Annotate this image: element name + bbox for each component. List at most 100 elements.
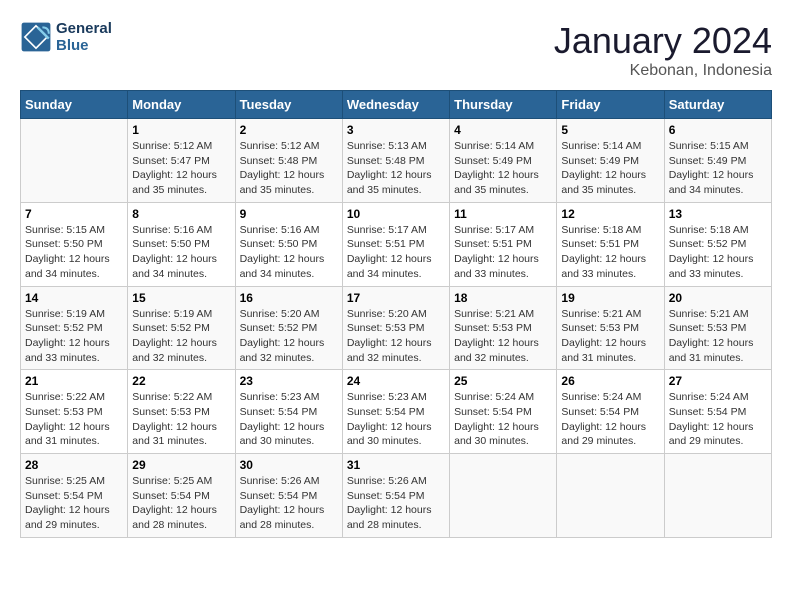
day-number: 3 xyxy=(347,123,445,137)
calendar-cell: 13 Sunrise: 5:18 AM Sunset: 5:52 PM Dayli… xyxy=(664,202,771,286)
day-info: Sunrise: 5:18 AM Sunset: 5:52 PM Dayligh… xyxy=(669,223,767,282)
calendar-cell: 26 Sunrise: 5:24 AM Sunset: 5:54 PM Dayli… xyxy=(557,370,664,454)
calendar-week-row: 28 Sunrise: 5:25 AM Sunset: 5:54 PM Dayli… xyxy=(21,454,772,538)
day-number: 12 xyxy=(561,207,659,221)
calendar-week-row: 21 Sunrise: 5:22 AM Sunset: 5:53 PM Dayli… xyxy=(21,370,772,454)
logo: General Blue xyxy=(20,20,112,54)
day-info: Sunrise: 5:23 AM Sunset: 5:54 PM Dayligh… xyxy=(347,390,445,449)
day-number: 27 xyxy=(669,374,767,388)
calendar-cell: 4Sunrise: 5:14 AM Sunset: 5:49 PM Daylig… xyxy=(450,119,557,203)
calendar-cell: 3 Sunrise: 5:13 AM Sunset: 5:48 PM Daylig… xyxy=(342,119,449,203)
header-day-tuesday: Tuesday xyxy=(235,91,342,119)
day-number: 29 xyxy=(132,458,230,472)
day-number: 26 xyxy=(561,374,659,388)
day-number: 14 xyxy=(25,291,123,305)
day-number: 4 xyxy=(454,123,552,137)
calendar-cell: 24 Sunrise: 5:23 AM Sunset: 5:54 PM Dayli… xyxy=(342,370,449,454)
day-number: 1 xyxy=(132,123,230,137)
calendar-cell: 8Sunrise: 5:16 AM Sunset: 5:50 PM Daylig… xyxy=(128,202,235,286)
calendar-cell: 5Sunrise: 5:14 AM Sunset: 5:49 PM Daylig… xyxy=(557,119,664,203)
day-info: Sunrise: 5:17 AM Sunset: 5:51 PM Dayligh… xyxy=(347,223,445,282)
day-info: Sunrise: 5:16 AM Sunset: 5:50 PM Dayligh… xyxy=(132,223,230,282)
calendar-cell: 21 Sunrise: 5:22 AM Sunset: 5:53 PM Dayli… xyxy=(21,370,128,454)
calendar-cell: 19Sunrise: 5:21 AM Sunset: 5:53 PM Dayli… xyxy=(557,286,664,370)
calendar-cell: 1 Sunrise: 5:12 AM Sunset: 5:47 PM Daylig… xyxy=(128,119,235,203)
day-number: 28 xyxy=(25,458,123,472)
calendar-cell: 9 Sunrise: 5:16 AM Sunset: 5:50 PM Daylig… xyxy=(235,202,342,286)
day-number: 25 xyxy=(454,374,552,388)
day-info: Sunrise: 5:25 AM Sunset: 5:54 PM Dayligh… xyxy=(132,474,230,533)
calendar-cell: 25 Sunrise: 5:24 AM Sunset: 5:54 PM Dayli… xyxy=(450,370,557,454)
logo-text: General Blue xyxy=(56,20,112,54)
day-number: 24 xyxy=(347,374,445,388)
day-number: 9 xyxy=(240,207,338,221)
calendar-header-row: SundayMondayTuesdayWednesdayThursdayFrid… xyxy=(21,91,772,119)
day-number: 20 xyxy=(669,291,767,305)
calendar-cell xyxy=(21,119,128,203)
day-number: 18 xyxy=(454,291,552,305)
day-info: Sunrise: 5:17 AM Sunset: 5:51 PM Dayligh… xyxy=(454,223,552,282)
day-number: 21 xyxy=(25,374,123,388)
day-number: 13 xyxy=(669,207,767,221)
calendar-cell xyxy=(557,454,664,538)
header-day-thursday: Thursday xyxy=(450,91,557,119)
calendar-cell xyxy=(450,454,557,538)
day-info: Sunrise: 5:15 AM Sunset: 5:49 PM Dayligh… xyxy=(669,139,767,198)
day-info: Sunrise: 5:22 AM Sunset: 5:53 PM Dayligh… xyxy=(25,390,123,449)
title-area: January 2024 Kebonan, Indonesia xyxy=(554,20,772,80)
day-number: 15 xyxy=(132,291,230,305)
day-info: Sunrise: 5:12 AM Sunset: 5:47 PM Dayligh… xyxy=(132,139,230,198)
calendar-cell: 27 Sunrise: 5:24 AM Sunset: 5:54 PM Dayli… xyxy=(664,370,771,454)
day-info: Sunrise: 5:26 AM Sunset: 5:54 PM Dayligh… xyxy=(347,474,445,533)
day-info: Sunrise: 5:26 AM Sunset: 5:54 PM Dayligh… xyxy=(240,474,338,533)
day-info: Sunrise: 5:16 AM Sunset: 5:50 PM Dayligh… xyxy=(240,223,338,282)
page-title: January 2024 xyxy=(554,20,772,62)
calendar-cell: 17Sunrise: 5:20 AM Sunset: 5:53 PM Dayli… xyxy=(342,286,449,370)
calendar-cell: 16 Sunrise: 5:20 AM Sunset: 5:52 PM Dayli… xyxy=(235,286,342,370)
day-info: Sunrise: 5:19 AM Sunset: 5:52 PM Dayligh… xyxy=(25,307,123,366)
calendar-cell: 12 Sunrise: 5:18 AM Sunset: 5:51 PM Dayli… xyxy=(557,202,664,286)
calendar-cell: 23Sunrise: 5:23 AM Sunset: 5:54 PM Dayli… xyxy=(235,370,342,454)
calendar-cell: 11 Sunrise: 5:17 AM Sunset: 5:51 PM Dayli… xyxy=(450,202,557,286)
header-day-friday: Friday xyxy=(557,91,664,119)
day-number: 6 xyxy=(669,123,767,137)
day-info: Sunrise: 5:21 AM Sunset: 5:53 PM Dayligh… xyxy=(454,307,552,366)
header-day-wednesday: Wednesday xyxy=(342,91,449,119)
calendar-week-row: 14 Sunrise: 5:19 AM Sunset: 5:52 PM Dayli… xyxy=(21,286,772,370)
day-number: 7 xyxy=(25,207,123,221)
calendar-cell xyxy=(664,454,771,538)
day-number: 30 xyxy=(240,458,338,472)
day-number: 19 xyxy=(561,291,659,305)
day-info: Sunrise: 5:24 AM Sunset: 5:54 PM Dayligh… xyxy=(454,390,552,449)
calendar-cell: 10 Sunrise: 5:17 AM Sunset: 5:51 PM Dayli… xyxy=(342,202,449,286)
header-day-monday: Monday xyxy=(128,91,235,119)
day-info: Sunrise: 5:24 AM Sunset: 5:54 PM Dayligh… xyxy=(561,390,659,449)
day-info: Sunrise: 5:14 AM Sunset: 5:49 PM Dayligh… xyxy=(561,139,659,198)
calendar-week-row: 7 Sunrise: 5:15 AM Sunset: 5:50 PM Daylig… xyxy=(21,202,772,286)
calendar-cell: 31Sunrise: 5:26 AM Sunset: 5:54 PM Dayli… xyxy=(342,454,449,538)
day-number: 23 xyxy=(240,374,338,388)
day-number: 22 xyxy=(132,374,230,388)
day-info: Sunrise: 5:20 AM Sunset: 5:52 PM Dayligh… xyxy=(240,307,338,366)
day-number: 10 xyxy=(347,207,445,221)
day-info: Sunrise: 5:13 AM Sunset: 5:48 PM Dayligh… xyxy=(347,139,445,198)
day-info: Sunrise: 5:24 AM Sunset: 5:54 PM Dayligh… xyxy=(669,390,767,449)
calendar-table: SundayMondayTuesdayWednesdayThursdayFrid… xyxy=(20,90,772,538)
calendar-cell: 18 Sunrise: 5:21 AM Sunset: 5:53 PM Dayli… xyxy=(450,286,557,370)
day-info: Sunrise: 5:15 AM Sunset: 5:50 PM Dayligh… xyxy=(25,223,123,282)
day-number: 16 xyxy=(240,291,338,305)
day-number: 2 xyxy=(240,123,338,137)
calendar-cell: 20 Sunrise: 5:21 AM Sunset: 5:53 PM Dayli… xyxy=(664,286,771,370)
page-header: General Blue January 2024 Kebonan, Indon… xyxy=(20,20,772,80)
day-number: 11 xyxy=(454,207,552,221)
day-info: Sunrise: 5:12 AM Sunset: 5:48 PM Dayligh… xyxy=(240,139,338,198)
logo-icon xyxy=(20,21,52,53)
day-info: Sunrise: 5:18 AM Sunset: 5:51 PM Dayligh… xyxy=(561,223,659,282)
day-info: Sunrise: 5:21 AM Sunset: 5:53 PM Dayligh… xyxy=(669,307,767,366)
day-number: 17 xyxy=(347,291,445,305)
calendar-week-row: 1 Sunrise: 5:12 AM Sunset: 5:47 PM Daylig… xyxy=(21,119,772,203)
header-day-saturday: Saturday xyxy=(664,91,771,119)
calendar-cell: 6 Sunrise: 5:15 AM Sunset: 5:49 PM Daylig… xyxy=(664,119,771,203)
calendar-cell: 22Sunrise: 5:22 AM Sunset: 5:53 PM Dayli… xyxy=(128,370,235,454)
calendar-cell: 29 Sunrise: 5:25 AM Sunset: 5:54 PM Dayli… xyxy=(128,454,235,538)
